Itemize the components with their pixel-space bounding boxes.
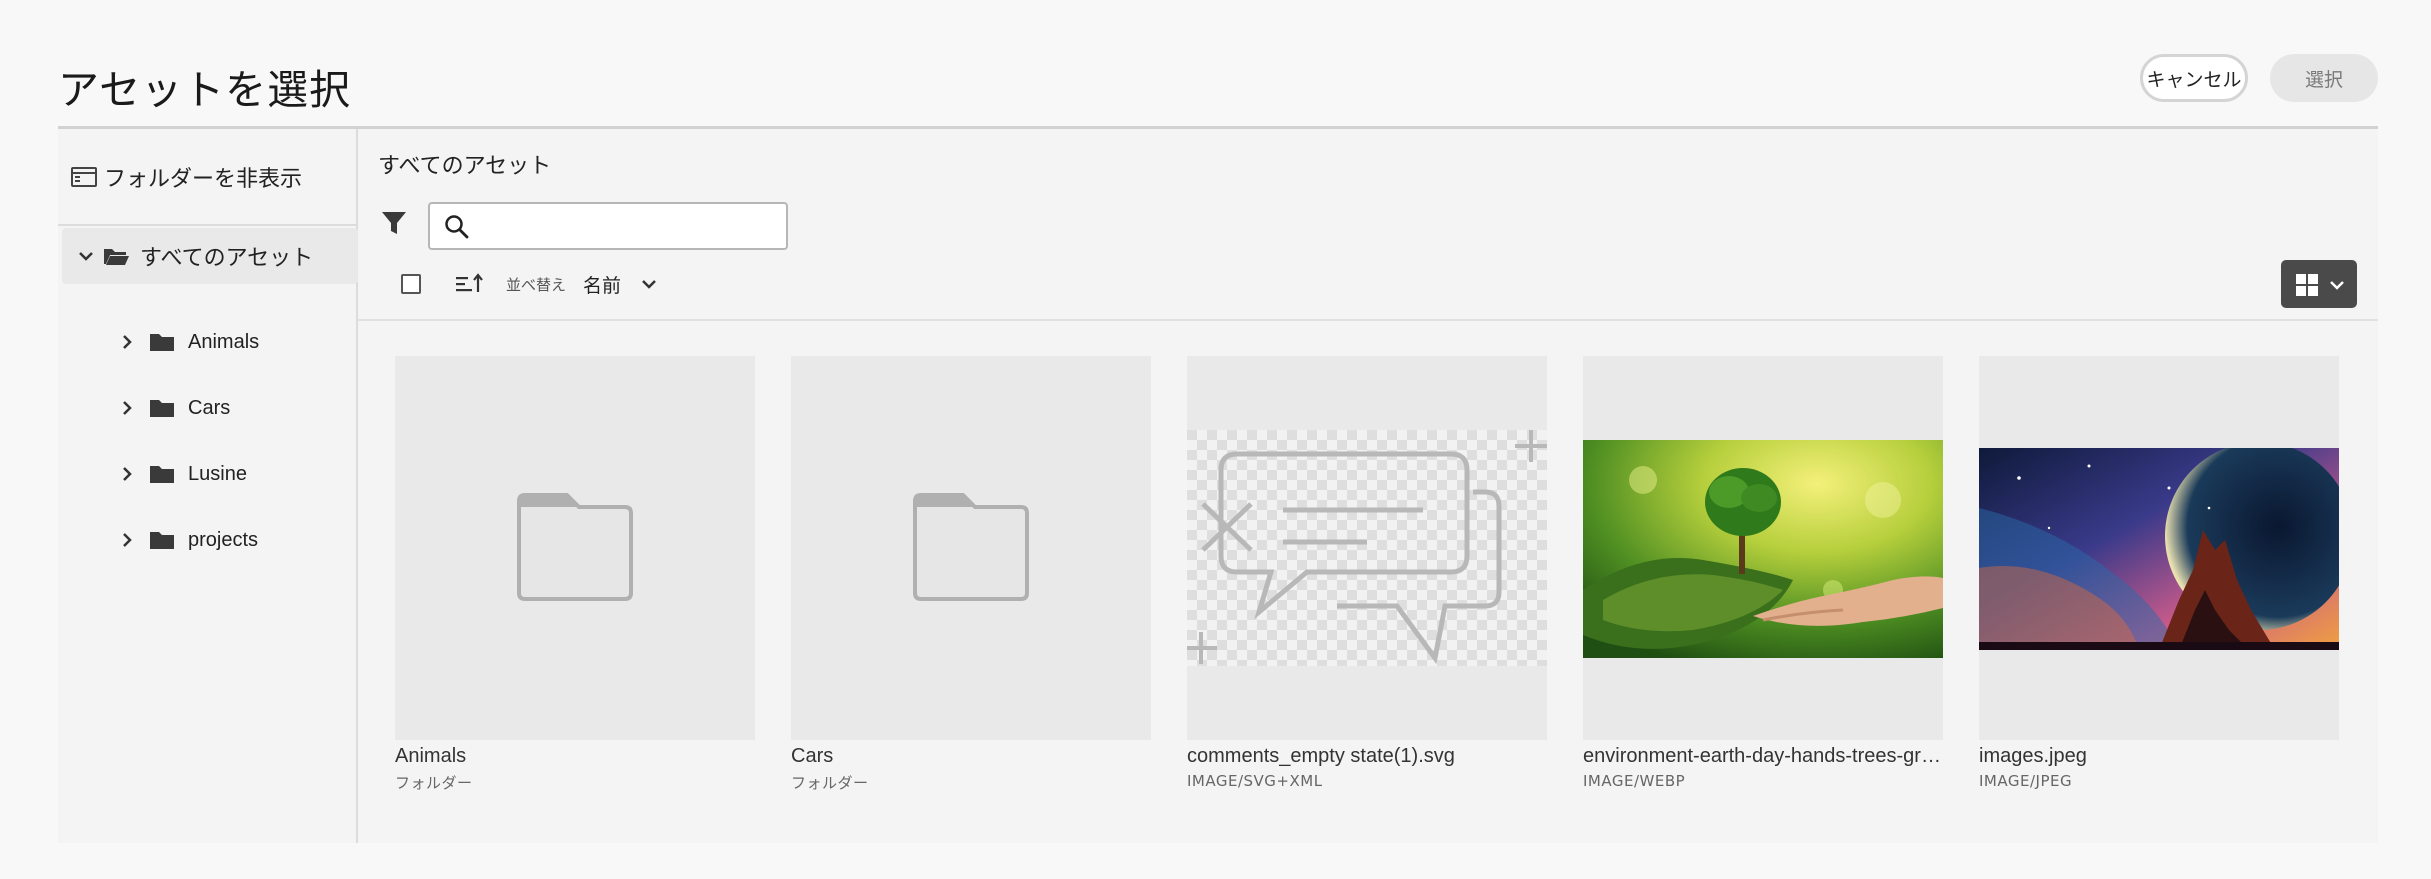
asset-name: comments_empty state(1).svg bbox=[1187, 745, 1455, 767]
tree-item-projects[interactable]: projects bbox=[118, 520, 258, 560]
cancel-button[interactable]: キャンセル bbox=[2140, 54, 2248, 102]
select-all-checkbox[interactable] bbox=[401, 274, 421, 294]
sidebar-panel-icon bbox=[71, 167, 97, 187]
tree-item-label: Lusine bbox=[188, 462, 247, 485]
filter-icon[interactable] bbox=[381, 209, 407, 237]
asset-name: images.jpeg bbox=[1979, 745, 2087, 767]
sidebar-divider bbox=[58, 224, 358, 226]
chevron-down-icon[interactable] bbox=[640, 275, 658, 293]
tree-item-label: Cars bbox=[188, 396, 231, 419]
folder-sidebar: フォルダーを非表示 すべてのアセット Animals Cars Lusine p… bbox=[58, 129, 358, 843]
asset-thumbnail bbox=[1583, 356, 1943, 740]
asset-type: フォルダー bbox=[791, 774, 869, 792]
asset-type: フォルダー bbox=[395, 774, 473, 792]
cosmic-planet-mountain-photo bbox=[1979, 448, 2339, 650]
toolbar-divider bbox=[358, 319, 2378, 321]
search-field[interactable] bbox=[428, 202, 788, 250]
tree-in-hand-photo bbox=[1583, 440, 1943, 658]
folder-icon bbox=[913, 493, 1029, 601]
asset-thumbnail bbox=[791, 356, 1151, 740]
asset-card[interactable]: comments_empty state(1).svg IMAGE/SVG+XM… bbox=[1187, 356, 1547, 790]
tree-item-all-assets[interactable]: すべてのアセット bbox=[62, 228, 358, 284]
chevron-right-icon[interactable] bbox=[118, 531, 136, 549]
asset-type: IMAGE/WEBP bbox=[1583, 772, 1686, 790]
asset-card[interactable]: images.jpeg IMAGE/JPEG bbox=[1979, 356, 2339, 790]
folder-icon bbox=[150, 532, 174, 549]
header: アセットを選択 キャンセル 選択 bbox=[58, 0, 2378, 128]
chevron-right-icon[interactable] bbox=[118, 333, 136, 351]
asset-thumbnail bbox=[395, 356, 755, 740]
asset-name: Animals bbox=[395, 745, 467, 767]
asset-browser-panel: フォルダーを非表示 すべてのアセット Animals Cars Lusine p… bbox=[58, 129, 2378, 843]
folder-open-icon bbox=[104, 249, 129, 265]
select-button[interactable]: 選択 bbox=[2270, 54, 2378, 102]
asset-card[interactable]: Cars フォルダー bbox=[791, 356, 1151, 793]
comments-empty-state-illustration bbox=[1187, 430, 1547, 666]
search-icon bbox=[445, 215, 469, 239]
folder-icon bbox=[517, 493, 633, 601]
asset-grid-area: すべてのアセット 並べ替え 名前 Animals フォルダー Cars フォルダ… bbox=[358, 129, 2378, 843]
chevron-right-icon[interactable] bbox=[118, 399, 136, 417]
asset-thumbnail bbox=[1187, 356, 1547, 740]
tree-item-lusine[interactable]: Lusine bbox=[118, 454, 247, 494]
chevron-right-icon[interactable] bbox=[118, 465, 136, 483]
chevron-down-icon bbox=[2330, 281, 2344, 290]
tree-root-label: すべてのアセット bbox=[140, 246, 314, 271]
hide-folders-button[interactable]: フォルダーを非表示 bbox=[70, 159, 302, 195]
tree-item-label: Animals bbox=[188, 330, 260, 353]
asset-name: environment-earth-day-hands-trees-gro... bbox=[1583, 745, 1943, 767]
asset-type: IMAGE/JPEG bbox=[1979, 772, 2073, 790]
tree-item-animals[interactable]: Animals bbox=[118, 322, 259, 362]
folder-icon bbox=[150, 400, 174, 417]
sort-field-picker[interactable]: 名前 bbox=[583, 271, 621, 298]
folder-icon bbox=[150, 466, 174, 483]
asset-thumbnail bbox=[1979, 356, 2339, 740]
chevron-down-icon[interactable] bbox=[76, 246, 96, 266]
asset-type: IMAGE/SVG+XML bbox=[1187, 772, 1323, 790]
grid-icon bbox=[2296, 274, 2318, 296]
asset-name: Cars bbox=[791, 745, 834, 767]
asset-card[interactable]: environment-earth-day-hands-trees-gro...… bbox=[1583, 356, 1943, 790]
view-mode-toggle[interactable] bbox=[2281, 260, 2357, 308]
page-title: アセットを選択 bbox=[58, 66, 352, 114]
tree-item-label: projects bbox=[188, 528, 259, 551]
tree-item-cars[interactable]: Cars bbox=[118, 388, 230, 428]
sort-ascending-icon[interactable] bbox=[455, 272, 483, 296]
hide-folders-label: フォルダーを非表示 bbox=[104, 167, 303, 192]
folder-icon bbox=[150, 334, 174, 351]
sort-label: 並べ替え bbox=[506, 276, 567, 294]
asset-card[interactable]: Animals フォルダー bbox=[395, 356, 755, 793]
current-folder-title: すべてのアセット bbox=[378, 154, 552, 179]
